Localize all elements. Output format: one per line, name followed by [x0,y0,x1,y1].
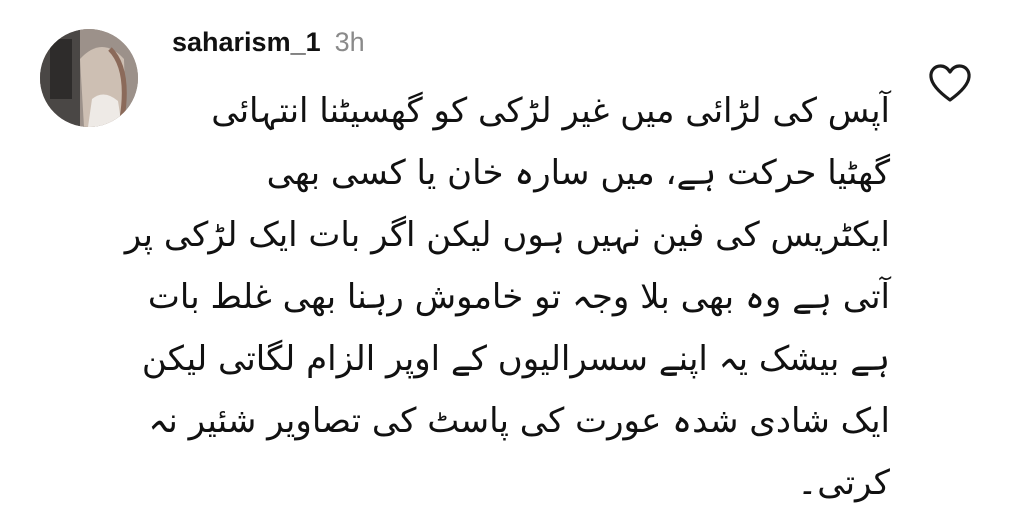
heart-outline-icon[interactable] [928,63,972,103]
username-link[interactable]: saharism_1 [172,27,321,58]
comment-line: ایک شادی شدہ عورت کی پاسٹ کی تصاویر شئیر… [148,401,890,441]
comment-timestamp[interactable]: 3h [335,27,365,58]
avatar[interactable] [40,29,138,127]
comment-line: کرتی۔ [797,463,890,503]
comment-body: آپس کی لڑائی میں غیر لڑکی کو گھسیٹنا انت… [124,80,890,514]
comment-line: ایکٹریس کی فین نہیں ہوں لیکن اگر بات ایک… [124,215,890,255]
comment-line: آتی ہے وہ بھی بلا وجہ تو خاموش رہنا بھی … [147,277,890,317]
comment-line: ہے بیشک یہ اپنے سسرالیوں کے اوپر الزام ل… [141,339,890,379]
comment-header: saharism_1 3h [172,22,365,62]
comment-line: آپس کی لڑائی میں غیر لڑکی کو گھسیٹنا انت… [211,91,890,131]
comment-line: گھٹیا حرکت ہے، میں سارہ خان یا کسی بھی [266,153,890,193]
avatar-image [40,29,138,127]
